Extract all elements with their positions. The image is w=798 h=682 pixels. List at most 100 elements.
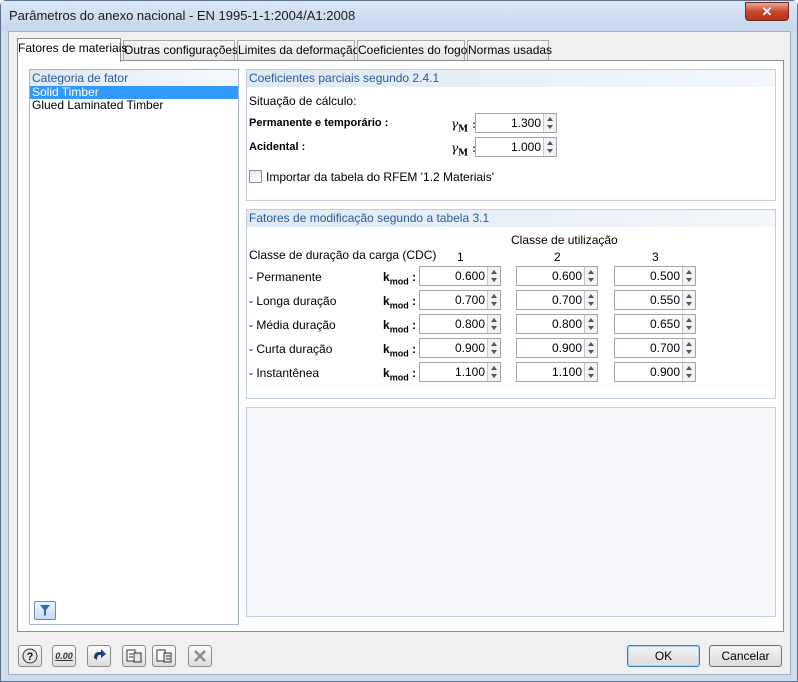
spin-arrows[interactable] xyxy=(487,339,500,357)
spin-up-icon[interactable] xyxy=(686,294,692,298)
spin-down-icon[interactable] xyxy=(686,374,692,378)
kmod-input[interactable]: 0.800 xyxy=(419,314,501,334)
kmod-input[interactable]: 0.700 xyxy=(614,338,696,358)
export-button[interactable] xyxy=(122,645,146,667)
spin-up-icon[interactable] xyxy=(588,318,594,322)
tab-coeficientes-do-fogo[interactable]: Coeficientes do fogo xyxy=(357,40,467,61)
kmod-input[interactable]: 1.100 xyxy=(419,362,501,382)
spin-up-icon[interactable] xyxy=(491,318,497,322)
reset-button[interactable] xyxy=(87,645,111,667)
spin-down-icon[interactable] xyxy=(547,125,553,129)
kmod-input[interactable]: 0.900 xyxy=(516,338,598,358)
spin-arrows[interactable] xyxy=(584,315,597,333)
ok-button[interactable]: OK xyxy=(627,645,700,667)
spin-up-icon[interactable] xyxy=(491,270,497,274)
kmod-input[interactable]: 0.650 xyxy=(614,314,696,334)
spin-arrows[interactable] xyxy=(543,114,556,132)
kmod-input[interactable]: 0.700 xyxy=(516,290,598,310)
spin-down-icon[interactable] xyxy=(588,302,594,306)
spin-down-icon[interactable] xyxy=(491,302,497,306)
kmod-input[interactable]: 0.600 xyxy=(516,266,598,286)
spin-arrows[interactable] xyxy=(487,363,500,381)
spin-up-icon[interactable] xyxy=(686,366,692,370)
kmod-input[interactable]: 1.100 xyxy=(516,362,598,382)
row-label: - Longa duração xyxy=(249,294,337,308)
import-rfem-label[interactable]: Importar da tabela do RFEM '1.2 Materiai… xyxy=(266,170,494,184)
kmod-value: 0.700 xyxy=(551,293,582,307)
spin-down-icon[interactable] xyxy=(686,350,692,354)
decimal-places-button[interactable]: 0.00 xyxy=(52,645,76,667)
spin-arrows[interactable] xyxy=(543,138,556,156)
spin-down-icon[interactable] xyxy=(588,350,594,354)
permanent-gamma-input[interactable]: 1.300 xyxy=(475,113,557,133)
spin-arrows[interactable] xyxy=(682,315,695,333)
kmod-input[interactable]: 0.900 xyxy=(419,338,501,358)
spin-up-icon[interactable] xyxy=(686,342,692,346)
kmod-value: 0.600 xyxy=(551,269,582,283)
gamma-subscript: M xyxy=(458,124,469,135)
help-button[interactable]: ? xyxy=(18,645,42,667)
filter-button[interactable] xyxy=(34,601,56,620)
permanent-gamma-value: 1.300 xyxy=(510,116,541,130)
kmod-input[interactable]: 0.500 xyxy=(614,266,696,286)
spin-up-icon[interactable] xyxy=(588,270,594,274)
spin-arrows[interactable] xyxy=(584,291,597,309)
spin-down-icon[interactable] xyxy=(686,326,692,330)
column-header-2: 2 xyxy=(554,250,561,264)
import-rfem-checkbox[interactable] xyxy=(249,170,262,183)
spin-down-icon[interactable] xyxy=(588,278,594,282)
spin-down-icon[interactable] xyxy=(491,374,497,378)
spin-down-icon[interactable] xyxy=(491,326,497,330)
kmod-k: k xyxy=(383,366,390,380)
spin-arrows[interactable] xyxy=(584,339,597,357)
kmod-sub: mod xyxy=(389,300,409,311)
spin-down-icon[interactable] xyxy=(588,326,594,330)
spin-up-icon[interactable] xyxy=(686,270,692,274)
spin-arrows[interactable] xyxy=(682,291,695,309)
spin-up-icon[interactable] xyxy=(588,366,594,370)
spin-arrows[interactable] xyxy=(682,339,695,357)
spin-up-icon[interactable] xyxy=(588,342,594,346)
spin-down-icon[interactable] xyxy=(491,350,497,354)
spin-up-icon[interactable] xyxy=(491,366,497,370)
spin-arrows[interactable] xyxy=(682,267,695,285)
tab-fatores-de-materiais[interactable]: Fatores de materiais xyxy=(17,38,127,62)
window-title: Parâmetros do anexo nacional - EN 1995-1… xyxy=(9,8,356,23)
spin-arrows[interactable] xyxy=(584,363,597,381)
accidental-label: Acidental : xyxy=(249,141,306,153)
kmod-k: k xyxy=(383,294,390,308)
column-header-1: 1 xyxy=(457,250,464,264)
spin-down-icon[interactable] xyxy=(686,278,692,282)
spin-arrows[interactable] xyxy=(584,267,597,285)
spin-arrows[interactable] xyxy=(487,315,500,333)
spin-up-icon[interactable] xyxy=(491,342,497,346)
kmod-input[interactable]: 0.550 xyxy=(614,290,696,310)
accidental-gamma-input[interactable]: 1.000 xyxy=(475,137,557,157)
kmod-input[interactable]: 0.800 xyxy=(516,314,598,334)
kmod-input[interactable]: 0.900 xyxy=(614,362,696,382)
spin-up-icon[interactable] xyxy=(588,294,594,298)
spin-down-icon[interactable] xyxy=(547,149,553,153)
tab-outras-configuracoes[interactable]: Outras configurações xyxy=(123,40,238,61)
spin-arrows[interactable] xyxy=(487,267,500,285)
spin-down-icon[interactable] xyxy=(491,278,497,282)
kmod-input[interactable]: 0.600 xyxy=(419,266,501,286)
spin-down-icon[interactable] xyxy=(686,302,692,306)
spin-up-icon[interactable] xyxy=(547,117,553,121)
spin-down-icon[interactable] xyxy=(588,374,594,378)
category-item-glued-laminated-timber[interactable]: Glued Laminated Timber xyxy=(30,99,238,112)
kmod-sub: mod xyxy=(389,348,409,359)
row-label: - Permanente xyxy=(249,270,322,284)
cancel-button[interactable]: Cancelar xyxy=(709,645,782,667)
spin-arrows[interactable] xyxy=(487,291,500,309)
close-button[interactable]: ✕ xyxy=(745,2,789,21)
tab-limites-da-deformacao[interactable]: Limites da deformação xyxy=(237,40,359,61)
spin-up-icon[interactable] xyxy=(491,294,497,298)
spin-arrows[interactable] xyxy=(682,363,695,381)
tab-normas-usadas[interactable]: Normas usadas xyxy=(467,40,552,61)
delete-button[interactable] xyxy=(188,645,212,667)
kmod-input[interactable]: 0.700 xyxy=(419,290,501,310)
spin-up-icon[interactable] xyxy=(547,141,553,145)
import-button[interactable] xyxy=(152,645,176,667)
spin-up-icon[interactable] xyxy=(686,318,692,322)
